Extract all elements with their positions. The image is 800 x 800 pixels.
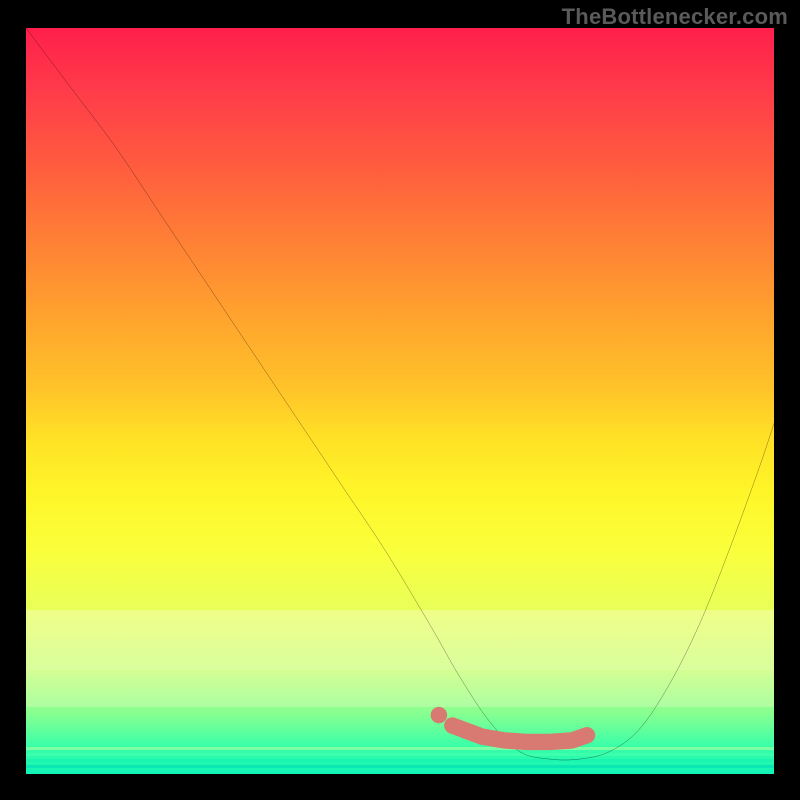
attribution-text: TheBottlenecker.com <box>562 4 788 30</box>
highlight-polyline <box>452 726 587 742</box>
highlight-start-dot <box>431 707 447 723</box>
chart-svg <box>26 28 774 774</box>
bottleneck-curve-path <box>26 28 774 760</box>
plot-area <box>26 28 774 774</box>
chart-container: TheBottlenecker.com <box>0 0 800 800</box>
highlight-markers-group <box>431 707 587 742</box>
